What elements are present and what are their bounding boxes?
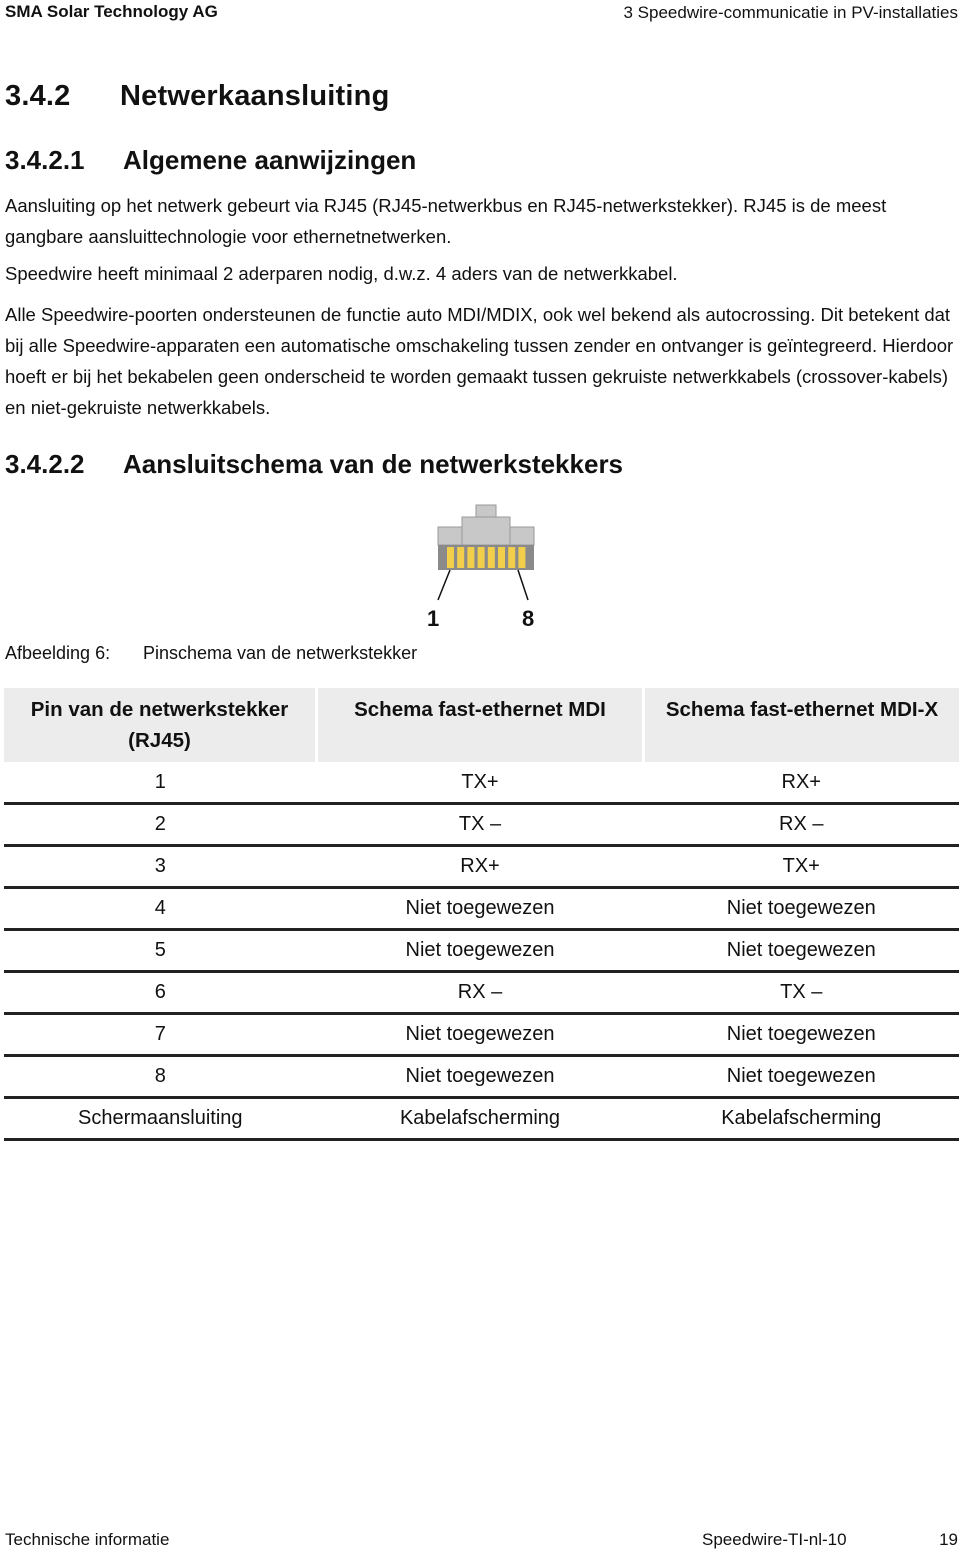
pin-label-last: 8 <box>522 606 535 631</box>
cell-pin: 6 <box>4 971 317 1015</box>
figure-caption: Afbeelding 6: Pinschema van de netwerkste… <box>5 643 417 664</box>
cell-pin: 5 <box>4 929 317 973</box>
table-row: 3 RX+ TX+ <box>4 845 959 889</box>
table-row: 5 Niet toegewezen Niet toegewezen <box>4 929 959 973</box>
cell-pin: 2 <box>4 803 317 847</box>
header-chapter: 3 Speedwire-communicatie in PV-installat… <box>623 3 959 22</box>
cell-mdix: Niet toegewezen <box>643 887 959 931</box>
rj45-contact <box>518 547 526 568</box>
cell-mdix: RX+ <box>643 762 959 805</box>
cell-pin: 1 <box>4 762 317 805</box>
pin-label-first: 1 <box>427 606 440 631</box>
pinout-table: Pin van de netwerkstekker (RJ45) Schema … <box>4 688 959 1141</box>
table-row: 6 RX – TX – <box>4 971 959 1015</box>
subsection-heading-general: 3.4.2.1 Algemene aanwijzingen <box>5 145 416 176</box>
cell-mdi: RX – <box>316 971 644 1015</box>
rj45-contact <box>498 547 505 568</box>
section-title: Netwerkaansluiting <box>120 80 390 112</box>
cell-mdix: RX – <box>643 803 959 847</box>
figure-caption-label: Afbeelding 6: <box>5 643 111 663</box>
rj45-connector-icon <box>437 504 535 601</box>
cell-mdix: TX – <box>643 971 959 1015</box>
cell-pin: Schermaansluiting <box>4 1097 317 1141</box>
cell-mdix: Kabelafscherming <box>643 1097 959 1141</box>
table-row: 1 TX+ RX+ <box>4 762 959 805</box>
cell-mdi: Kabelafscherming <box>316 1097 644 1141</box>
paragraph-rj45: Aansluiting op het netwerk gebeurt via R… <box>5 195 887 247</box>
cell-mdi: Niet toegewezen <box>316 929 644 973</box>
footer-page-number: 19 <box>939 1530 958 1549</box>
column-header-mdi: Schema fast-ethernet MDI <box>315 688 644 762</box>
rj45-contact <box>508 547 516 568</box>
footer-doc-id: Speedwire-TI-nl-10 <box>702 1530 847 1549</box>
cell-mdix: Niet toegewezen <box>643 929 959 973</box>
subsection-number: 3.4.2.2 <box>5 449 85 479</box>
section-number: 3.4.2 <box>5 80 71 112</box>
cell-mdix: TX+ <box>643 845 959 889</box>
cell-mdi: Niet toegewezen <box>316 887 644 931</box>
rj45-contact <box>447 547 454 568</box>
subsection-heading-pinout: 3.4.2.2 Aansluitschema van de netwerkstek… <box>5 449 623 480</box>
subsection-title: Algemene aanwijzingen <box>123 145 417 175</box>
subsection-title: Aansluitschema van de netwerkstekkers <box>123 449 624 479</box>
paragraph-autocrossing: Alle Speedwire-poorten ondersteunen de f… <box>5 304 954 418</box>
table-row: 4 Niet toegewezen Niet toegewezen <box>4 887 959 931</box>
header-company: SMA Solar Technology AG <box>5 2 218 21</box>
rj45-contact <box>487 547 495 568</box>
cell-mdi: RX+ <box>316 845 644 889</box>
cell-pin: 7 <box>4 1013 317 1057</box>
rj45-contact <box>477 547 485 568</box>
cell-mdix: Niet toegewezen <box>643 1013 959 1057</box>
table-row: 7 Niet toegewezen Niet toegewezen <box>4 1013 959 1057</box>
table-row: 2 TX – RX – <box>4 803 959 847</box>
rj45-contact <box>467 547 475 568</box>
subsection-number: 3.4.2.1 <box>5 145 85 175</box>
table-row: 8 Niet toegewezen Niet toegewezen <box>4 1055 959 1099</box>
cell-mdi: TX – <box>316 803 644 847</box>
cell-mdix: Niet toegewezen <box>643 1055 959 1099</box>
column-header-mdix: Schema fast-ethernet MDI-X <box>642 688 959 762</box>
cell-pin: 3 <box>4 845 317 889</box>
table-header-row: Pin van de netwerkstekker (RJ45) Schema … <box>4 688 959 762</box>
paragraph-wire-pairs: Speedwire heeft minimaal 2 aderparen nod… <box>5 263 678 284</box>
rj45-contact <box>457 547 465 568</box>
cell-mdi: TX+ <box>316 762 644 805</box>
cell-pin: 8 <box>4 1055 317 1099</box>
table-row: Schermaansluiting Kabelafscherming Kabelaf… <box>4 1097 959 1141</box>
cell-mdi: Niet toegewezen <box>316 1055 644 1099</box>
cell-pin: 4 <box>4 887 317 931</box>
footer-section: Technische informatie <box>5 1530 170 1549</box>
column-header-pin: Pin van de netwerkstekker (RJ45) <box>4 688 317 762</box>
section-heading: 3.4.2 Netwerkaansluiting <box>5 80 390 113</box>
cell-mdi: Niet toegewezen <box>316 1013 644 1057</box>
figure-caption-text: Pinschema van de netwerkstekker <box>143 643 418 663</box>
